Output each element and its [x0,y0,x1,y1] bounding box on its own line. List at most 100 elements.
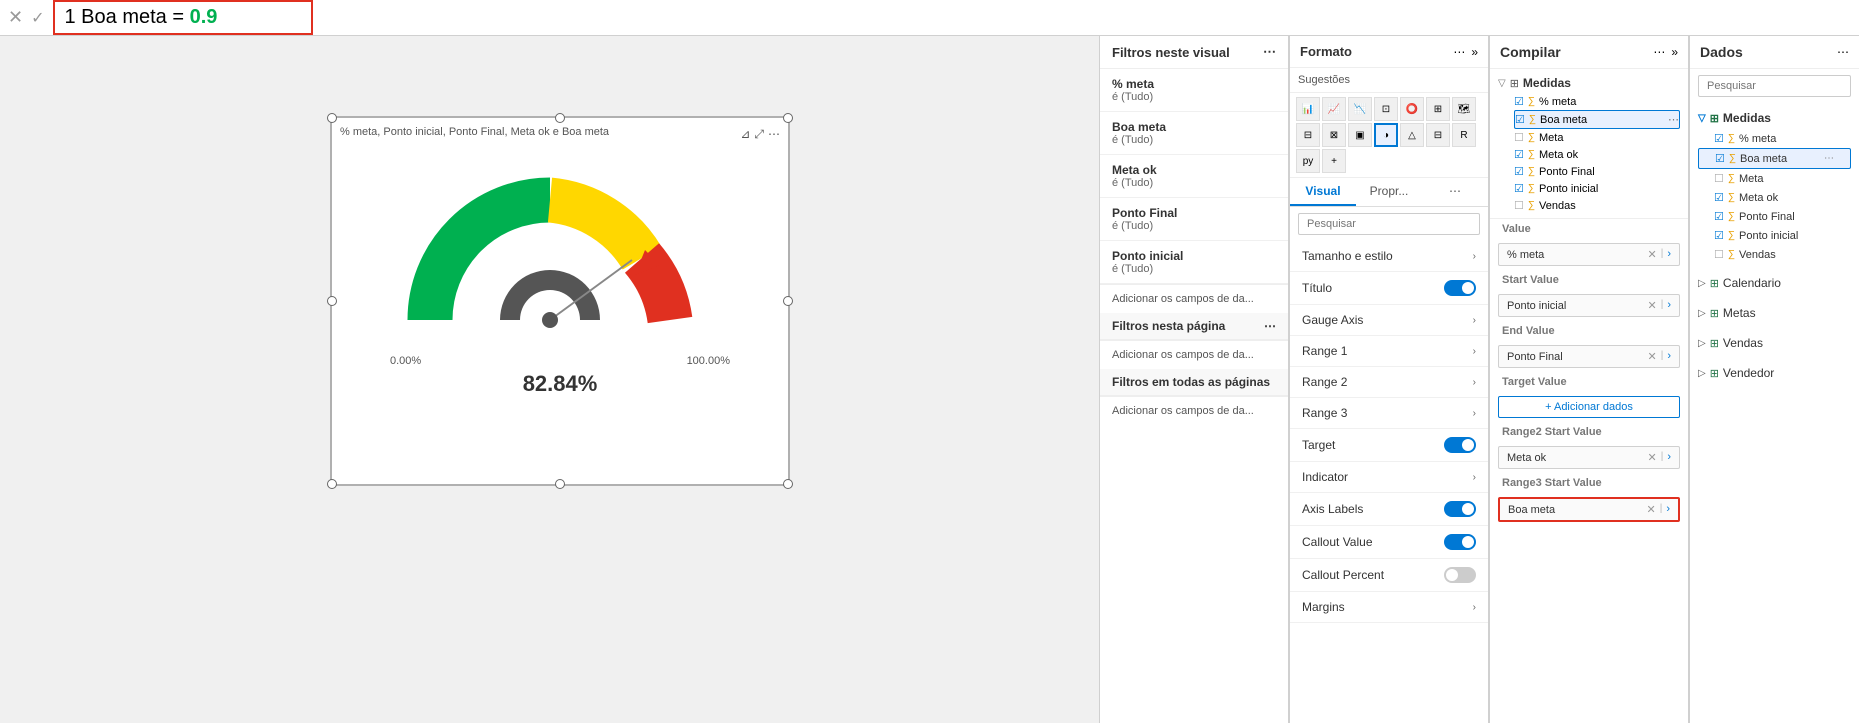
filter-item-ponto-inicial[interactable]: Ponto inicial é (Tudo) [1100,241,1288,284]
format-section-titulo[interactable]: Título [1290,272,1488,305]
resize-handle-bm[interactable] [555,479,565,489]
vis-icon-slicer[interactable]: ⊟ [1426,123,1450,147]
compile-item-boa-meta-more[interactable]: ⋯ [1668,113,1679,126]
vis-icon-matrix[interactable]: ⊠ [1322,123,1346,147]
range2-section-label: Range2 Start Value [1490,422,1688,442]
chevron-range1: › [1473,346,1476,357]
compile-expand-icon[interactable]: » [1671,45,1678,59]
tab-visual[interactable]: Visual [1290,178,1356,206]
filter-item-boa-meta[interactable]: Boa meta é (Tudo) [1100,112,1288,155]
compile-medidas-items: ☑ ∑ % meta ☑ ∑ Boa meta ⋯ ☐ ∑ Meta ☑ [1498,93,1680,214]
data-item-boa-meta[interactable]: ☑ ∑ Boa meta ⋯ [1698,148,1851,169]
vis-icon-kpi[interactable]: △ [1400,123,1424,147]
value-box-meta-ok-arrow[interactable]: › [1667,451,1671,464]
data-search-input[interactable] [1698,75,1851,97]
filter-page-add-btn[interactable]: Adicionar os campos de da... [1100,340,1288,369]
resize-handle-ml[interactable] [327,296,337,306]
vis-icon-r[interactable]: R [1452,123,1476,147]
value-box-meta-ok-x[interactable]: ✕ [1648,451,1657,464]
filter-item-ponto-final[interactable]: Ponto Final é (Tudo) [1100,198,1288,241]
resize-handle-br[interactable] [783,479,793,489]
data-item-ponto-final[interactable]: ☑ ∑ Ponto Final [1698,207,1851,226]
data-group-vendas-header[interactable]: ▷ ⊞ Vendas [1698,332,1851,354]
check-icon[interactable]: ✓ [31,8,44,28]
compile-item-vendas-label: Vendas [1539,200,1576,212]
vis-icon-card[interactable]: ▣ [1348,123,1372,147]
resize-handle-tm[interactable] [555,113,565,123]
value-box-boa-meta-arrow[interactable]: › [1666,503,1670,516]
data-group-calendario-header[interactable]: ▷ ⊞ Calendario [1698,272,1851,294]
format-section-axis-labels[interactable]: Axis Labels [1290,493,1488,526]
vis-icon-map[interactable]: 🗺 [1452,97,1476,121]
data-panel-more[interactable]: ⋯ [1837,45,1849,59]
resize-handle-tr[interactable] [783,113,793,123]
data-item-vendas-measure[interactable]: ☐ ∑ Vendas [1698,245,1851,264]
data-group-metas-header[interactable]: ▷ ⊞ Metas [1698,302,1851,324]
value-box-ponto-inicial-arrow[interactable]: › [1667,299,1671,312]
value-box-boa-meta-x[interactable]: ✕ [1647,503,1656,516]
toggle-titulo[interactable] [1444,280,1476,296]
vis-icon-py[interactable]: py [1296,149,1320,173]
vis-icon-bar[interactable]: 📊 [1296,97,1320,121]
vis-icon-table[interactable]: ⊟ [1296,123,1320,147]
format-section-indicator[interactable]: Indicator › [1290,462,1488,493]
resize-handle-bl[interactable] [327,479,337,489]
filter-icon[interactable]: ⊿ [740,127,750,142]
value-box-ponto-final-arrow[interactable]: › [1667,350,1671,363]
tab-properties[interactable]: Propr... [1356,178,1422,206]
compile-more-icon[interactable]: ⋯ [1653,45,1665,59]
format-section-gauge-axis[interactable]: Gauge Axis › [1290,305,1488,336]
format-search-input[interactable] [1298,213,1480,235]
format-section-range1[interactable]: Range 1 › [1290,336,1488,367]
data-item-meta-ok[interactable]: ☑ ∑ Meta ok [1698,188,1851,207]
filter-visual-more[interactable]: ⋯ [1263,44,1276,60]
format-section-callout-value[interactable]: Callout Value [1290,526,1488,559]
vis-icon-pie[interactable]: ⭕ [1400,97,1424,121]
vis-icon-scatter[interactable]: ⊡ [1374,97,1398,121]
vis-icon-area[interactable]: 📉 [1348,97,1372,121]
compile-item-meta-label: Meta [1539,132,1563,144]
data-item-boa-meta-more[interactable]: ⋯ [1824,153,1834,164]
format-more-icon[interactable]: ⋯ [1453,45,1465,59]
format-section-range2-label: Range 2 [1302,375,1347,389]
more-icon[interactable]: ⋯ [768,127,780,142]
vis-icon-gauge[interactable]: ◑ [1374,123,1398,147]
value-box-percent-meta-arrow[interactable]: › [1667,248,1671,261]
data-item-meta[interactable]: ☐ ∑ Meta [1698,169,1851,188]
value-box-ponto-inicial-x[interactable]: ✕ [1648,299,1657,312]
format-section-range2[interactable]: Range 2 › [1290,367,1488,398]
format-section-callout-percent[interactable]: Callout Percent [1290,559,1488,592]
compile-medidas-header[interactable]: ▽ ⊞ Medidas [1498,73,1680,93]
filter-add-fields-btn[interactable]: Adicionar os campos de da... [1100,284,1288,313]
expand-icon[interactable]: ⤢ [754,127,764,142]
data-item-percent-meta[interactable]: ☑ ∑ % meta [1698,129,1851,148]
close-icon[interactable]: ✕ [8,7,23,28]
resize-handle-mr[interactable] [783,296,793,306]
resize-handle-tl[interactable] [327,113,337,123]
toggle-axis-labels[interactable] [1444,501,1476,517]
value-box-ponto-final: Ponto Final ✕ | › [1498,345,1680,368]
format-section-tamanho[interactable]: Tamanho e estilo › [1290,241,1488,272]
format-section-target[interactable]: Target [1290,429,1488,462]
value-separator-4: | [1661,451,1664,464]
filter-item-percent-meta[interactable]: % meta é (Tudo) [1100,69,1288,112]
format-section-margins[interactable]: Margins › [1290,592,1488,623]
data-item-ponto-inicial[interactable]: ☑ ∑ Ponto inicial [1698,226,1851,245]
vis-icon-line[interactable]: 📈 [1322,97,1346,121]
format-expand-icon[interactable]: » [1471,45,1478,59]
filter-page-more[interactable]: ⋯ [1264,319,1276,333]
format-section-range3[interactable]: Range 3 › [1290,398,1488,429]
value-box-ponto-final-x[interactable]: ✕ [1648,350,1657,363]
toggle-callout-value[interactable] [1444,534,1476,550]
tab-more[interactable]: ⋯ [1422,178,1488,206]
data-group-vendedor-header[interactable]: ▷ ⊞ Vendedor [1698,362,1851,384]
filter-all-add-btn[interactable]: Adicionar os campos de da... [1100,396,1288,425]
vis-icon-custom[interactable]: + [1322,149,1346,173]
filter-item-meta-ok[interactable]: Meta ok é (Tudo) [1100,155,1288,198]
add-target-data-btn[interactable]: + Adicionar dados [1498,396,1680,418]
value-box-percent-meta-x[interactable]: ✕ [1648,248,1657,261]
toggle-target[interactable] [1444,437,1476,453]
toggle-callout-percent[interactable] [1444,567,1476,583]
vis-icon-treemap[interactable]: ⊞ [1426,97,1450,121]
data-group-medidas-header[interactable]: ▽ ⊞ Medidas [1698,107,1851,129]
